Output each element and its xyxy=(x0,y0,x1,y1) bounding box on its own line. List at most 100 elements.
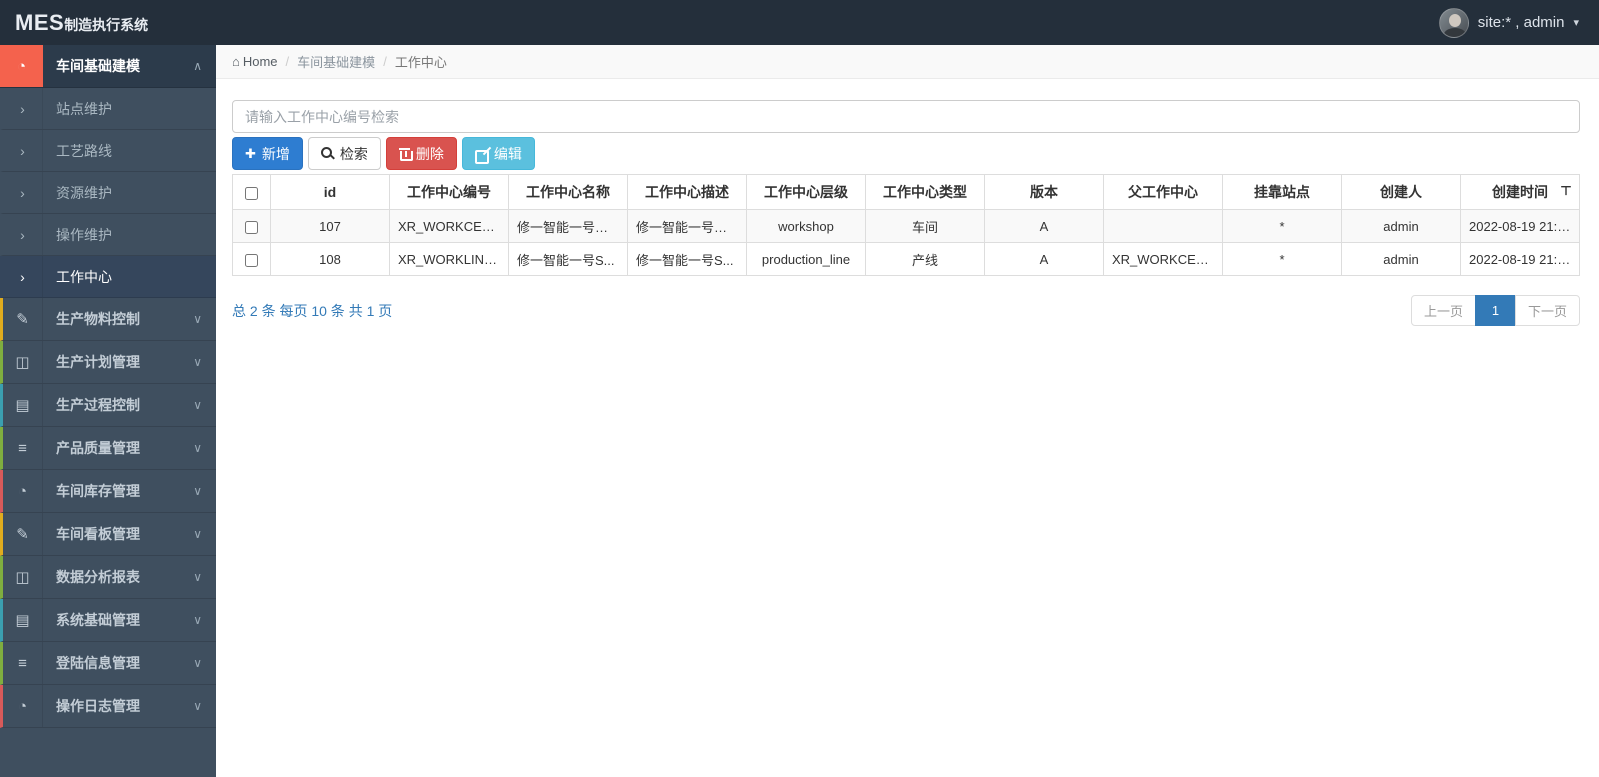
sidebar-group-label: 操作日志管理 xyxy=(56,698,140,714)
book-icon: ▤ xyxy=(3,384,43,426)
pencil-icon: ✎ xyxy=(3,298,43,340)
cell-id: 107 xyxy=(270,209,390,243)
cell-type: 产线 xyxy=(865,242,985,276)
arrow-right-icon: › xyxy=(3,88,43,129)
chevron-down-icon: ∨ xyxy=(193,656,202,670)
tachometer-icon: ◔ xyxy=(0,45,43,87)
search-input[interactable] xyxy=(232,100,1580,133)
breadcrumb-home[interactable]: ⌂ Home xyxy=(232,54,278,69)
delete-button-label: 删除 xyxy=(415,145,444,162)
list-icon: ≡ xyxy=(3,427,43,469)
sidebar-item-label: 工艺路线 xyxy=(56,142,112,159)
chevron-down-icon: ∨ xyxy=(193,312,202,326)
add-button[interactable]: ✚ 新增 xyxy=(232,137,303,170)
edit-button-label: 编辑 xyxy=(493,145,522,162)
sidebar-group-process-control[interactable]: ▤ 生产过程控制 ∨ xyxy=(0,384,216,427)
chevron-up-icon: ∧ xyxy=(193,59,202,73)
sidebar-item-process-route[interactable]: › 工艺路线 xyxy=(0,130,216,172)
sidebar-group-label: 生产计划管理 xyxy=(56,354,140,370)
chevron-down-icon: ∨ xyxy=(193,398,202,412)
row-checkbox[interactable] xyxy=(245,220,258,234)
arrow-right-icon: › xyxy=(3,214,43,255)
sidebar-item-label: 操作维护 xyxy=(56,226,112,243)
chevron-down-icon: ∨ xyxy=(193,570,202,584)
pagination: 上一页 1 下一页 xyxy=(1410,295,1580,326)
sidebar-item-label: 站点维护 xyxy=(56,100,112,117)
table-row[interactable]: 107 XR_WORKCEN... 修一智能一号车间 修一智能一号车间 work… xyxy=(232,209,1580,243)
page-1-button[interactable]: 1 xyxy=(1474,295,1516,326)
sidebar-item-work-center[interactable]: › 工作中心 xyxy=(0,256,216,298)
table-row[interactable]: 108 XR_WORKLINE... 修一智能一号S... 修一智能一号S...… xyxy=(232,242,1580,276)
search-button[interactable]: 检索 xyxy=(307,137,381,170)
sidebar-item-resource-maintenance[interactable]: › 资源维护 xyxy=(0,172,216,214)
sidebar-item-station-maintenance[interactable]: › 站点维护 xyxy=(0,88,216,130)
cell-desc: 修一智能一号车间 xyxy=(627,209,747,243)
arrow-right-icon: › xyxy=(3,256,43,297)
cell-level: workshop xyxy=(746,209,866,243)
column-header-created-label: 创建时间 xyxy=(1492,184,1548,200)
sidebar-group-inventory-management[interactable]: ◔ 车间库存管理 ∨ xyxy=(0,470,216,513)
user-menu[interactable]: site:* , admin ▾ xyxy=(1438,0,1599,45)
column-header-created: 创建时间 ⊤ xyxy=(1460,174,1580,210)
column-header-name: 工作中心名称 xyxy=(508,174,628,210)
row-checkbox[interactable] xyxy=(245,253,258,267)
sidebar-group-operation-log[interactable]: ◔ 操作日志管理 ∨ xyxy=(0,685,216,728)
chevron-down-icon: ∨ xyxy=(193,699,202,713)
next-page-button[interactable]: 下一页 xyxy=(1514,295,1580,326)
cell-code: XR_WORKLINE... xyxy=(389,242,509,276)
cell-created: 2022-08-19 21:1... xyxy=(1460,242,1580,276)
sidebar-group-label: 系统基础管理 xyxy=(56,612,140,628)
row-checkbox-cell xyxy=(232,242,271,276)
column-header-parent: 父工作中心 xyxy=(1103,174,1223,210)
sidebar-group-plan-management[interactable]: ◫ 生产计划管理 ∨ xyxy=(0,341,216,384)
edit-icon xyxy=(474,147,489,164)
breadcrumb-current: 工作中心 xyxy=(394,55,447,70)
column-header-id: id xyxy=(270,174,390,210)
pencil-icon: ✎ xyxy=(3,513,43,555)
cell-type: 车间 xyxy=(865,209,985,243)
breadcrumb: ⌂ Home / 车间基础建模 / 工作中心 xyxy=(216,45,1599,79)
sidebar-group-kanban-management[interactable]: ✎ 车间看板管理 ∨ xyxy=(0,513,216,556)
sidebar-group-label: 数据分析报表 xyxy=(56,569,140,585)
pin-icon[interactable]: ⊤ xyxy=(1560,183,1572,199)
cell-version: A xyxy=(984,209,1104,243)
cell-station: * xyxy=(1222,209,1342,243)
delete-button[interactable]: 删除 xyxy=(385,137,457,170)
cell-name: 修一智能一号车间 xyxy=(508,209,628,243)
cell-id: 108 xyxy=(270,242,390,276)
sidebar-group-label: 车间库存管理 xyxy=(56,483,140,499)
edit-button[interactable]: 编辑 xyxy=(461,137,535,170)
main-area: ⌂Home / 车间基础建模 / 工作中心 ✚ 新增 检索 删除 编辑 xyxy=(216,45,1599,777)
breadcrumb-home-label: Home xyxy=(242,54,278,69)
avatar xyxy=(1438,7,1469,38)
toolbar: ✚ 新增 检索 删除 编辑 xyxy=(232,137,1580,170)
sidebar-item-label: 资源维护 xyxy=(56,184,112,201)
sidebar-group-data-analysis[interactable]: ◫ 数据分析报表 ∨ xyxy=(0,556,216,599)
chevron-down-icon: ∨ xyxy=(193,484,202,498)
cell-desc: 修一智能一号S... xyxy=(627,242,747,276)
chevron-down-icon: ∨ xyxy=(193,613,202,627)
cell-level: production_line xyxy=(746,242,866,276)
sidebar-group-label: 车间基础建模 xyxy=(56,58,140,74)
search-icon xyxy=(320,147,334,160)
plus-icon: ✚ xyxy=(245,146,256,161)
sidebar-group-system-management[interactable]: ▤ 系统基础管理 ∨ xyxy=(0,599,216,642)
sidebar-item-operation-maintenance[interactable]: › 操作维护 xyxy=(0,214,216,256)
sidebar-group-label: 产品质量管理 xyxy=(56,440,140,456)
select-all-checkbox[interactable] xyxy=(245,186,258,200)
sidebar-group-workshop-modeling[interactable]: ◔ 车间基础建模 ∧ xyxy=(0,45,216,88)
sidebar: ◔ 车间基础建模 ∧ › 站点维护 › 工艺路线 › 资源维护 › 操作维护 ›… xyxy=(0,45,216,777)
add-button-label: 新增 xyxy=(261,145,290,162)
breadcrumb-level1[interactable]: 车间基础建模 xyxy=(297,52,375,71)
columns-icon: ◫ xyxy=(3,341,43,383)
row-checkbox-cell xyxy=(232,209,271,243)
column-header-version: 版本 xyxy=(984,174,1104,210)
prev-page-button[interactable]: 上一页 xyxy=(1410,295,1476,326)
sidebar-group-quality-management[interactable]: ≡ 产品质量管理 ∨ xyxy=(0,427,216,470)
sidebar-group-login-info[interactable]: ≡ 登陆信息管理 ∨ xyxy=(0,642,216,685)
sidebar-group-material-control[interactable]: ✎ 生产物料控制 ∨ xyxy=(0,298,216,341)
chevron-down-icon: ∨ xyxy=(193,355,202,369)
chevron-down-icon: ▾ xyxy=(1573,17,1579,29)
table-header-row: id 工作中心编号 工作中心名称 工作中心描述 工作中心层级 工作中心类型 版本… xyxy=(232,174,1580,210)
cell-code: XR_WORKCEN... xyxy=(389,209,509,243)
